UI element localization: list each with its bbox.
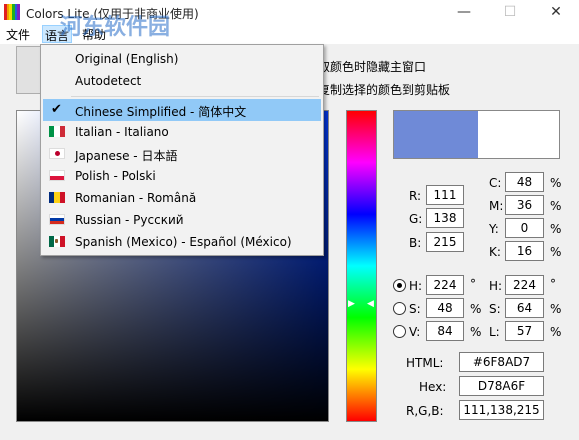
- hsv-s-unit: %: [470, 302, 482, 316]
- k-label: K:: [489, 245, 501, 259]
- flag-italy-icon: [49, 126, 65, 137]
- app-icon: [4, 4, 21, 20]
- y-label: Y:: [489, 222, 499, 236]
- hsl-h-label: H:: [489, 279, 503, 293]
- menu-item-spanish-mexico[interactable]: Spanish (Mexico) - Español (México): [43, 231, 321, 253]
- menu-item-label: Russian - Русский: [75, 213, 184, 227]
- b-field[interactable]: 215: [426, 232, 464, 252]
- menu-item-label: Spanish (Mexico) - Español (México): [75, 235, 292, 249]
- hue-slider-left-arrow-icon[interactable]: ▶: [348, 299, 355, 309]
- hsl-l-unit: %: [550, 325, 562, 339]
- g-label: G:: [409, 212, 423, 226]
- hsl-l-field[interactable]: 57: [505, 321, 544, 341]
- m-field[interactable]: 36: [505, 195, 544, 215]
- hsl-h-field[interactable]: 224: [505, 275, 544, 295]
- k-unit: %: [550, 245, 562, 259]
- rgb-code-label: R,G,B:: [406, 404, 444, 418]
- hsv-s-label: S:: [409, 302, 421, 316]
- hsv-h-unit: °: [470, 277, 476, 291]
- r-field[interactable]: 111: [426, 185, 464, 205]
- flag-japan-icon: [49, 148, 65, 159]
- color-swatch: [393, 110, 560, 159]
- menu-item-label: Romanian - Română: [75, 191, 197, 205]
- menu-item-label: Japanese - 日本語: [75, 149, 178, 163]
- hsl-s-field[interactable]: 64: [505, 298, 544, 318]
- m-unit: %: [550, 199, 562, 213]
- hsl-s-unit: %: [550, 302, 562, 316]
- window-title: Colors Lite (仅用于非商业使用): [26, 7, 199, 21]
- hue-slider-right-arrow-icon[interactable]: ◀: [367, 299, 374, 309]
- r-label: R:: [409, 189, 422, 203]
- flag-mexico-icon: [49, 236, 65, 247]
- k-field[interactable]: 16: [505, 241, 544, 261]
- c-label: C:: [489, 176, 502, 190]
- html-field[interactable]: #6F8AD7: [459, 352, 544, 372]
- hsl-l-label: L:: [489, 325, 500, 339]
- rgb-code-field[interactable]: 111,138,215: [459, 400, 544, 420]
- menu-file[interactable]: 文件: [6, 26, 30, 43]
- previous-color-swatch: [478, 111, 559, 158]
- hsv-v-radio[interactable]: [393, 325, 406, 338]
- hsv-h-radio[interactable]: [393, 279, 406, 292]
- menu-item-chinese-simplified[interactable]: ✔ Chinese Simplified - 简体中文: [43, 99, 321, 121]
- option-hide-window[interactable]: 取颜色时隐藏主窗口: [318, 58, 426, 75]
- menu-item-japanese[interactable]: Japanese - 日本語: [43, 143, 321, 165]
- menu-item-russian[interactable]: Russian - Русский: [43, 209, 321, 231]
- hex-label: Hex:: [419, 380, 447, 394]
- hue-slider[interactable]: [346, 110, 377, 422]
- flag-poland-icon: [49, 170, 65, 181]
- option-copy-clipboard[interactable]: 复制选择的颜色到剪贴板: [318, 81, 450, 98]
- hsv-v-label: V:: [409, 325, 421, 339]
- checkmark-icon: ✔: [51, 102, 62, 117]
- menu-item-autodetect[interactable]: Autodetect: [43, 70, 321, 92]
- hex-field[interactable]: D78A6F: [459, 376, 544, 396]
- language-menu: Original (English) Autodetect ✔ Chinese …: [40, 44, 324, 256]
- hsl-s-label: S:: [489, 302, 501, 316]
- flag-romania-icon: [49, 192, 65, 203]
- menu-item-polish[interactable]: Polish - Polski: [43, 165, 321, 187]
- title-bar: Colors Lite (仅用于非商业使用) — ☐ ✕: [0, 0, 579, 24]
- flag-russia-icon: [49, 214, 65, 225]
- m-label: M:: [489, 199, 504, 213]
- menu-help[interactable]: 帮助: [82, 26, 106, 43]
- hsv-s-field[interactable]: 48: [426, 298, 464, 318]
- menu-item-label: Chinese Simplified - 简体中文: [75, 105, 247, 119]
- hsv-h-field[interactable]: 224: [426, 275, 464, 295]
- menu-bar: 文件 语言 帮助: [0, 24, 579, 44]
- minimize-button[interactable]: —: [441, 0, 487, 24]
- menu-item-original[interactable]: Original (English): [43, 48, 321, 70]
- current-color-swatch: [394, 111, 478, 158]
- c-field[interactable]: 48: [505, 172, 544, 192]
- maximize-button[interactable]: ☐: [487, 0, 533, 24]
- menu-item-label: Polish - Polski: [75, 169, 156, 183]
- menu-item-romanian[interactable]: Romanian - Română: [43, 187, 321, 209]
- html-label: HTML:: [406, 356, 444, 370]
- hsv-v-field[interactable]: 84: [426, 321, 464, 341]
- menu-language[interactable]: 语言: [42, 25, 73, 43]
- c-unit: %: [550, 176, 562, 190]
- hsl-h-unit: °: [550, 277, 556, 291]
- hsv-s-radio[interactable]: [393, 302, 406, 315]
- menu-separator: [71, 96, 319, 97]
- hsv-h-label: H:: [409, 279, 423, 293]
- y-field[interactable]: 0: [505, 218, 544, 238]
- y-unit: %: [550, 222, 562, 236]
- menu-item-label: Original (English): [75, 52, 179, 66]
- close-button[interactable]: ✕: [533, 0, 579, 24]
- hsv-v-unit: %: [470, 325, 482, 339]
- g-field[interactable]: 138: [426, 208, 464, 228]
- menu-item-label: Italian - Italiano: [75, 125, 169, 139]
- menu-item-italian[interactable]: Italian - Italiano: [43, 121, 321, 143]
- b-label: B:: [409, 236, 422, 250]
- menu-item-label: Autodetect: [75, 74, 142, 88]
